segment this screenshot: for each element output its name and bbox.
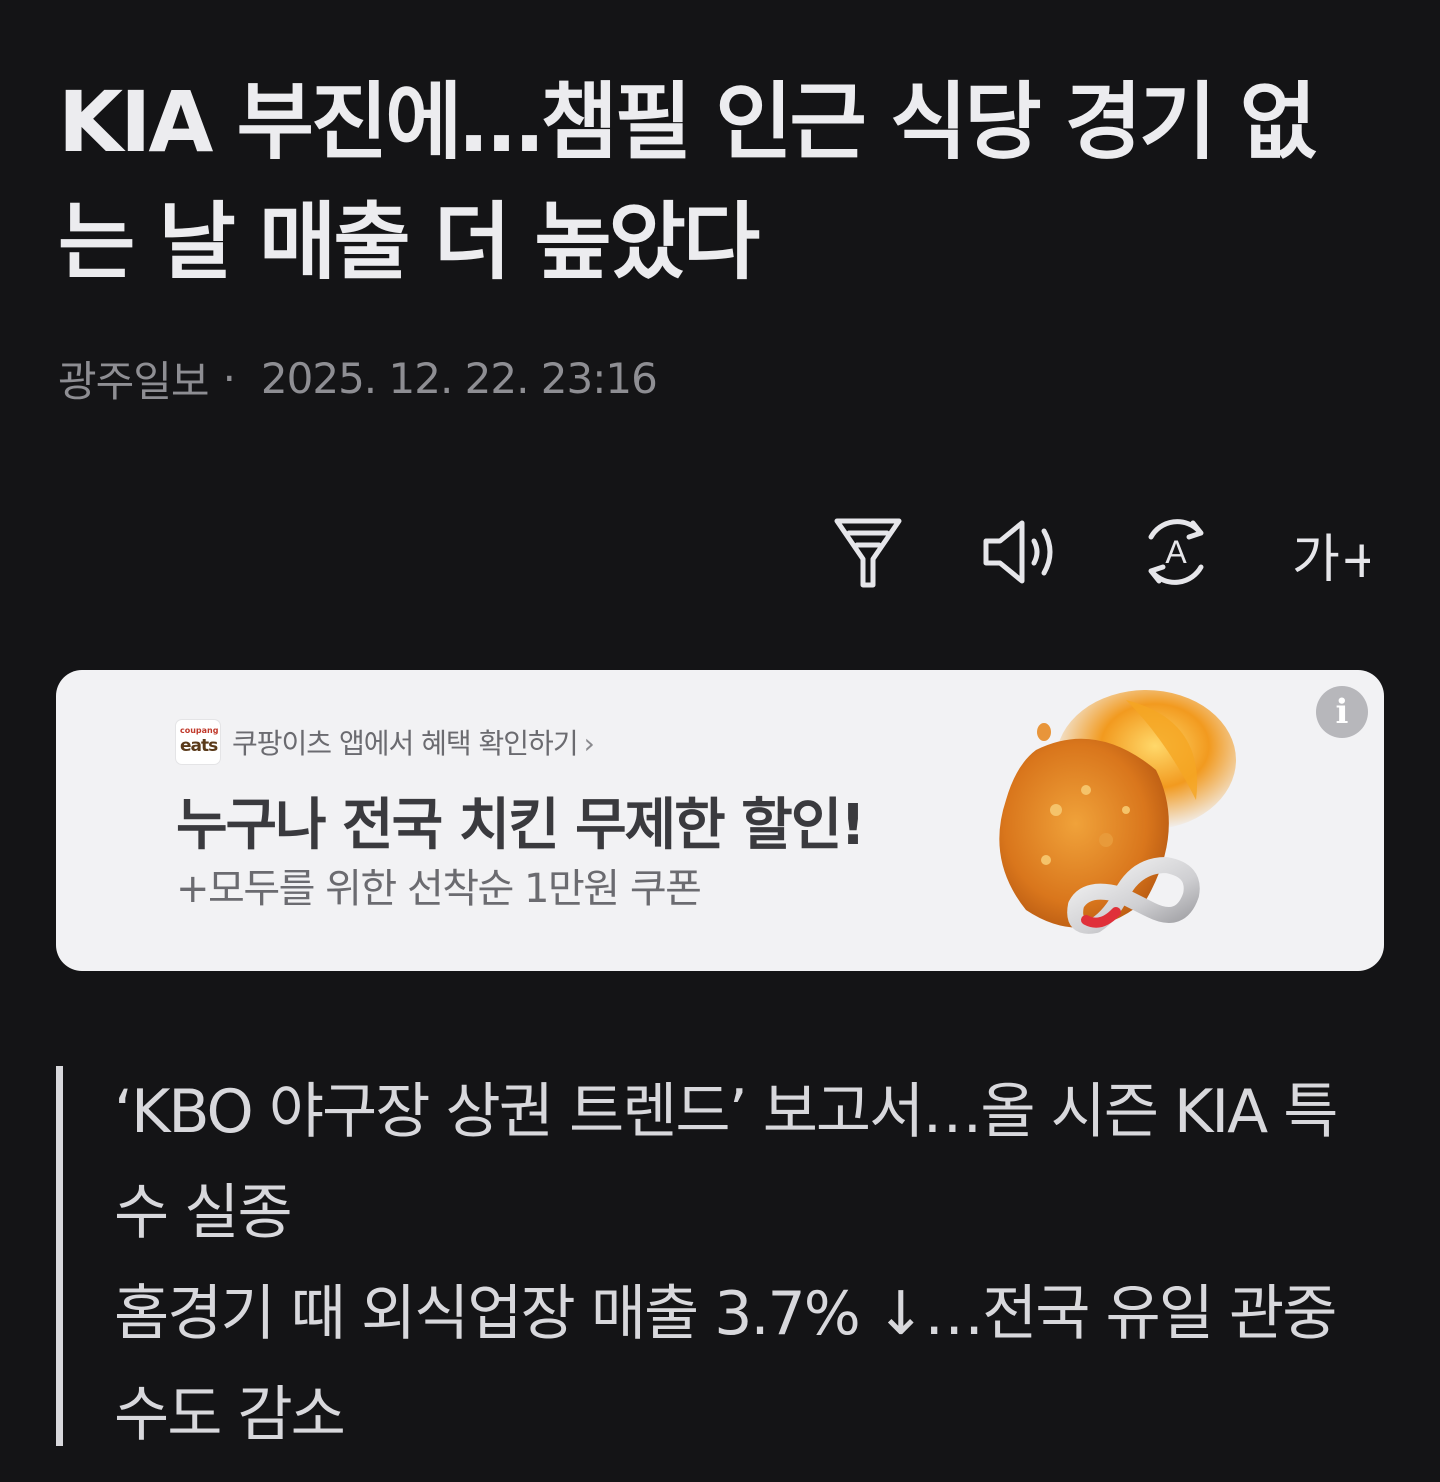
article-meta: 광주일보 · 2025. 12. 22. 23:16 [58,348,658,409]
text-to-speech-button[interactable] [982,512,1062,592]
summary-line: ‘KBO 야구장 상권 트렌드’ 보고서…올 시즌 KIA 특수 실종 [114,1077,1338,1248]
font-size-button[interactable]: 가+ [1290,512,1370,592]
svg-text:A: A [1165,534,1187,570]
summary-filter-button[interactable] [828,512,908,592]
article-datetime: 2025. 12. 22. 23:16 [260,353,658,403]
filter-icon [834,518,902,588]
auto-translate-icon: A [1148,519,1204,585]
summary-text: ‘KBO 야구장 상권 트렌드’ 보고서…올 시즌 KIA 특수 실종 홈경기 … [114,1062,1384,1466]
article-title: KIA 부진에…챔필 인근 식당 경기 없는 날 매출 더 높았다 [58,73,1317,291]
promo-banner[interactable]: coupang eats 쿠팡이츠 앱에서 혜택 확인하기 › 누구나 전국 치킨… [56,670,1384,971]
article-source[interactable]: 광주일보 [58,348,210,409]
article-summary: ‘KBO 야구장 상권 트렌드’ 보고서…올 시즌 KIA 특수 실종 홈경기 … [56,1066,1386,1450]
font-size-icon: 가+ [1292,530,1370,589]
ad-title: 누구나 전국 치킨 무제한 할인! [176,793,866,858]
ad-info-button[interactable]: i [1316,686,1368,738]
summary-line: 홈경기 때 외식업장 매출 3.7% ↓…전국 유일 관중수도 감소 [114,1279,1337,1450]
summary-quote-bar [56,1066,63,1446]
meta-separator: · [222,353,236,403]
ad-brand-row[interactable]: coupang eats 쿠팡이츠 앱에서 혜택 확인하기 › [176,720,595,764]
translate-button[interactable]: A [1136,512,1216,592]
coupang-eats-logo: coupang eats [176,720,220,764]
ad-subtitle: +모두를 위한 선착순 1만원 쿠폰 [176,866,702,912]
ad-cta-link[interactable]: 쿠팡이츠 앱에서 혜택 확인하기 › [232,722,595,762]
speaker-icon [983,520,1053,584]
article-toolbar: A 가+ [754,512,1370,592]
svg-text:가+: 가+ [1292,530,1370,589]
chevron-right-icon: › [583,727,595,760]
fried-chicken-image [999,690,1236,934]
article-page: KIA 부진에…챔필 인근 식당 경기 없는 날 매출 더 높았다 광주일보 ·… [0,0,1440,1482]
